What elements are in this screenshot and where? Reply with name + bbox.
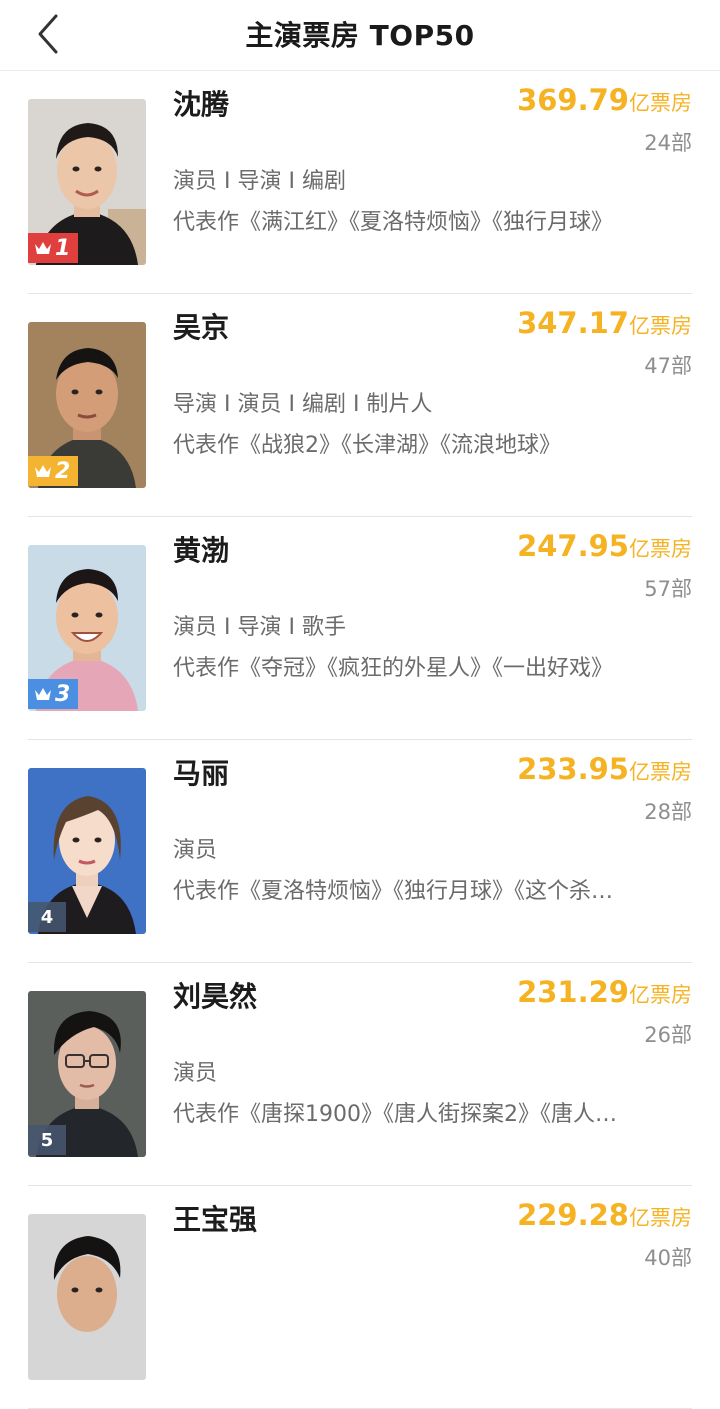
rank-number: 4 bbox=[40, 906, 54, 928]
roles-text: 导演 I 演员 I 编剧 I 制片人 bbox=[173, 392, 433, 417]
rank-badge: 4 bbox=[28, 902, 66, 932]
actor-name: 沈腾 bbox=[173, 88, 230, 121]
avatar: 2 bbox=[28, 322, 146, 488]
box-office-unit: 亿票房 bbox=[629, 983, 692, 1007]
roles-text: 演员 bbox=[173, 1061, 218, 1086]
list-item[interactable]: 王宝强 229.28亿票房 40部 bbox=[28, 1186, 692, 1409]
roles-text: 演员 I 导演 I 歌手 bbox=[173, 615, 346, 640]
box-office-unit: 亿票房 bbox=[629, 760, 692, 784]
box-office: 231.29亿票房 bbox=[517, 975, 692, 1009]
box-office: 233.95亿票房 bbox=[517, 752, 692, 786]
box-office-value: 229.28 bbox=[517, 1198, 629, 1232]
roles-text: 演员 bbox=[173, 838, 218, 863]
actor-name: 吴京 bbox=[173, 311, 230, 344]
actor-ranking-list: 1 沈腾 369.79亿票房 24部 演员 I 导演 I 编剧 代表作《满江红》… bbox=[0, 71, 720, 1409]
avatar: 5 bbox=[28, 991, 146, 1157]
avatar: 4 bbox=[28, 768, 146, 934]
box-office-unit: 亿票房 bbox=[629, 537, 692, 561]
rank-badge: 2 bbox=[28, 456, 79, 486]
actor-name: 马丽 bbox=[173, 757, 230, 790]
box-office-value: 233.95 bbox=[517, 752, 629, 786]
film-count: 28部 bbox=[644, 800, 692, 824]
roles-text: 演员 I 导演 I 编剧 bbox=[173, 169, 346, 194]
film-count: 26部 bbox=[644, 1023, 692, 1047]
avatar: 1 bbox=[28, 99, 146, 265]
box-office: 369.79亿票房 bbox=[517, 83, 692, 117]
rank-number: 2 bbox=[55, 458, 71, 484]
box-office-value: 369.79 bbox=[517, 83, 629, 117]
rank-badge: 3 bbox=[28, 679, 79, 709]
rank-number: 5 bbox=[40, 1129, 54, 1151]
representative-works: 代表作《夺冠》《疯狂的外星人》《一出好戏》 bbox=[173, 656, 614, 681]
actor-name: 黄渤 bbox=[173, 534, 230, 567]
representative-works: 代表作《夏洛特烦恼》《独行月球》《这个杀… bbox=[173, 879, 614, 904]
film-count: 47部 bbox=[644, 354, 692, 378]
top-bar: 主演票房 TOP50 bbox=[0, 0, 720, 71]
box-office-unit: 亿票房 bbox=[629, 91, 692, 115]
rank-number: 1 bbox=[55, 235, 71, 261]
box-office-value: 231.29 bbox=[517, 975, 629, 1009]
list-item[interactable]: 5 刘昊然 231.29亿票房 26部 演员 代表作《唐探1900》《唐人街探案… bbox=[28, 963, 692, 1186]
crown-icon bbox=[34, 687, 52, 701]
crown-icon bbox=[34, 464, 52, 478]
film-count: 57部 bbox=[644, 577, 692, 601]
box-office: 229.28亿票房 bbox=[517, 1198, 692, 1232]
representative-works: 代表作《唐探1900》《唐人街探案2》《唐人… bbox=[173, 1102, 617, 1127]
box-office: 247.95亿票房 bbox=[517, 529, 692, 563]
box-office-unit: 亿票房 bbox=[629, 1206, 692, 1230]
rank-number: 3 bbox=[55, 681, 71, 707]
actor-name: 王宝强 bbox=[173, 1203, 258, 1236]
actor-name: 刘昊然 bbox=[173, 980, 258, 1013]
box-office: 347.17亿票房 bbox=[517, 306, 692, 340]
rank-badge: 1 bbox=[28, 233, 79, 263]
film-count: 24部 bbox=[644, 131, 692, 155]
box-office-unit: 亿票房 bbox=[629, 314, 692, 338]
page-title: 主演票房 TOP50 bbox=[245, 19, 475, 52]
box-office-value: 247.95 bbox=[517, 529, 629, 563]
list-item[interactable]: 2 吴京 347.17亿票房 47部 导演 I 演员 I 编剧 I 制片人 代表… bbox=[28, 294, 692, 517]
film-count: 40部 bbox=[644, 1246, 692, 1270]
avatar: 3 bbox=[28, 545, 146, 711]
list-item[interactable]: 4 马丽 233.95亿票房 28部 演员 代表作《夏洛特烦恼》《独行月球》《这… bbox=[28, 740, 692, 963]
list-item[interactable]: 1 沈腾 369.79亿票房 24部 演员 I 导演 I 编剧 代表作《满江红》… bbox=[28, 71, 692, 294]
representative-works: 代表作《战狼2》《长津湖》《流浪地球》 bbox=[173, 433, 561, 458]
box-office-value: 347.17 bbox=[517, 306, 629, 340]
rank-badge: 5 bbox=[28, 1125, 66, 1155]
representative-works: 代表作《满江红》《夏洛特烦恼》《独行月球》 bbox=[173, 210, 614, 235]
list-item[interactable]: 3 黄渤 247.95亿票房 57部 演员 I 导演 I 歌手 代表作《夺冠》《… bbox=[28, 517, 692, 740]
crown-icon bbox=[34, 241, 52, 255]
avatar bbox=[28, 1214, 146, 1380]
